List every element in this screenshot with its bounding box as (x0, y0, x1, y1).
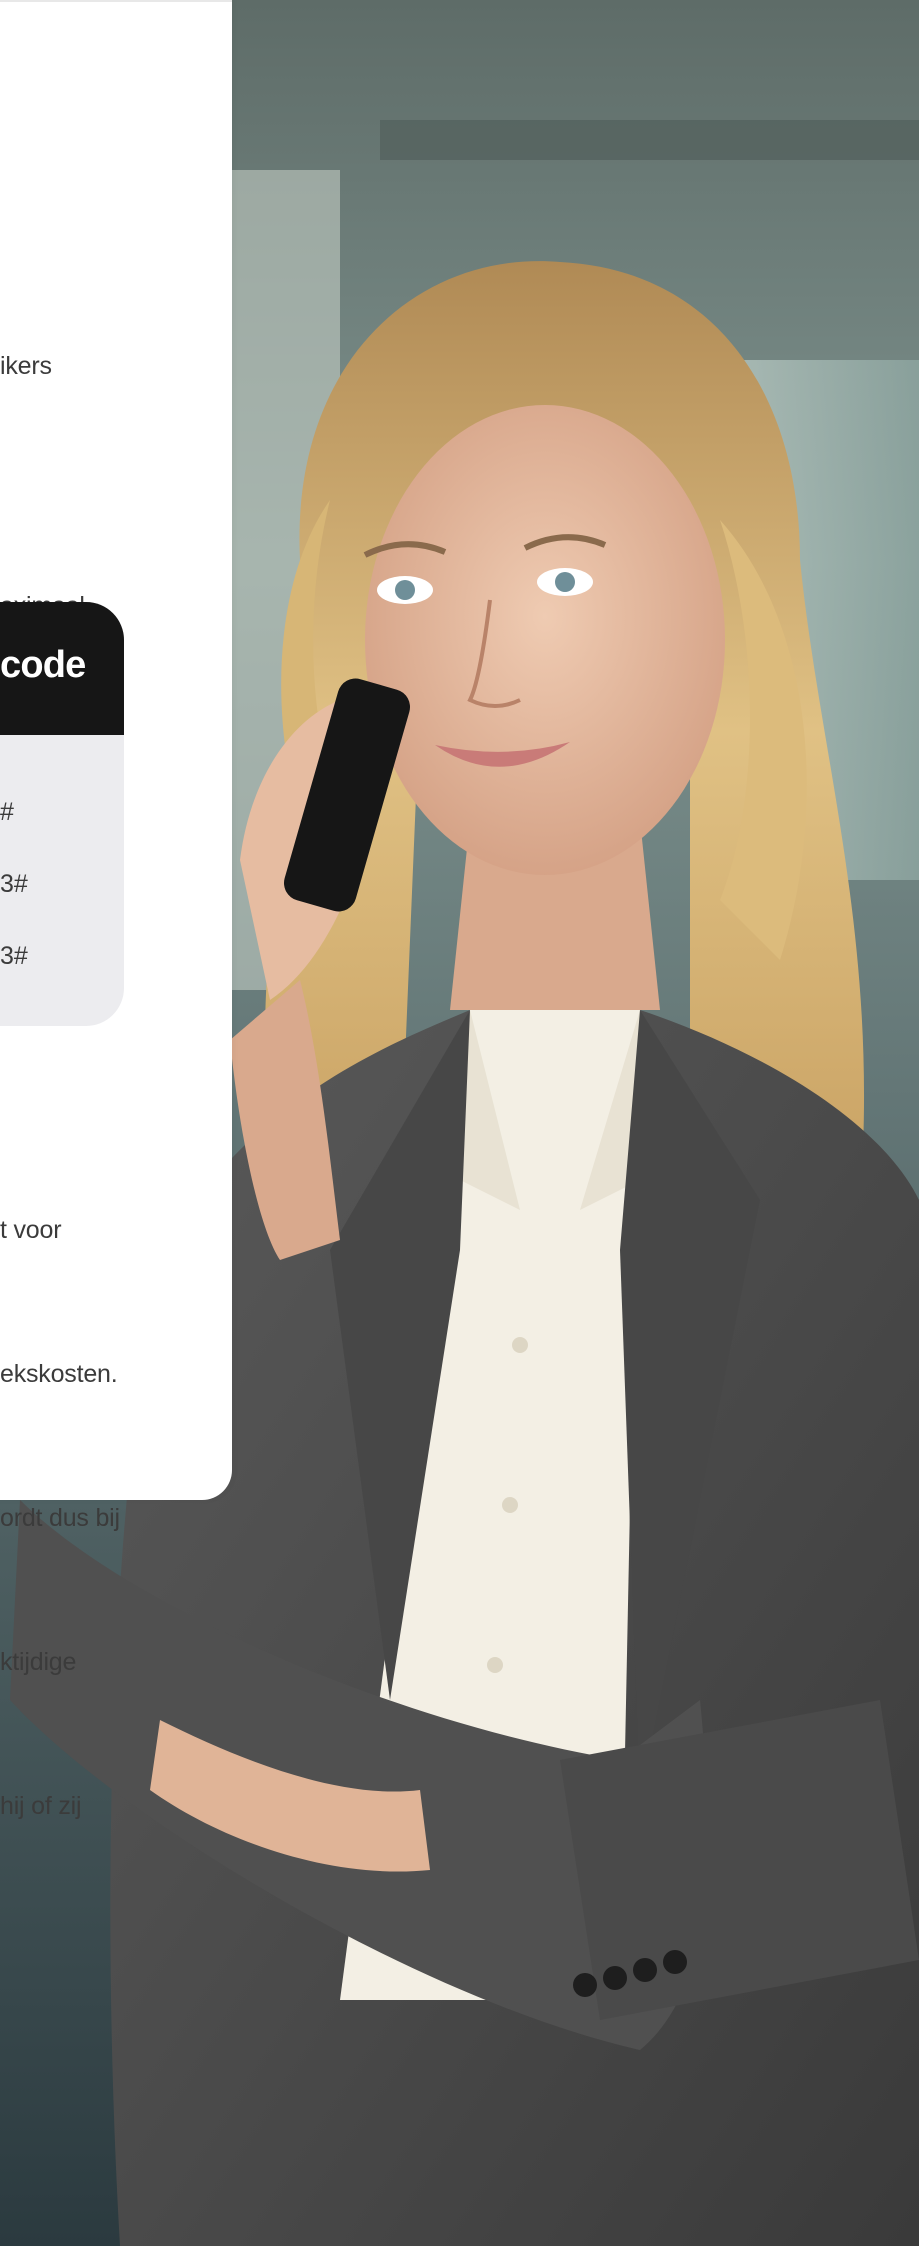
costs-line: ktijdige (0, 1648, 77, 1676)
content-card: ikers aximaal De menu code # 3# 3# t voo… (0, 0, 232, 1820)
costs-line: ekskosten. (0, 1360, 118, 1388)
page: ikers aximaal De menu code # 3# 3# t voo… (0, 0, 919, 2246)
code-item: 3# (0, 942, 28, 970)
costs-line: t voor (0, 1216, 62, 1244)
code-table: code # 3# 3# (0, 602, 124, 1026)
costs-line: ordt dus bij (0, 1504, 120, 1532)
code-table-heading: code (0, 602, 124, 735)
code-item: 3# (0, 870, 28, 898)
intro-line: ikers (0, 352, 52, 380)
code-item: # (0, 798, 14, 826)
costs-line: hij of zij (0, 1792, 82, 1820)
costs-paragraph: t voor ekskosten. ordt dus bij ktijdige … (0, 1110, 120, 1926)
